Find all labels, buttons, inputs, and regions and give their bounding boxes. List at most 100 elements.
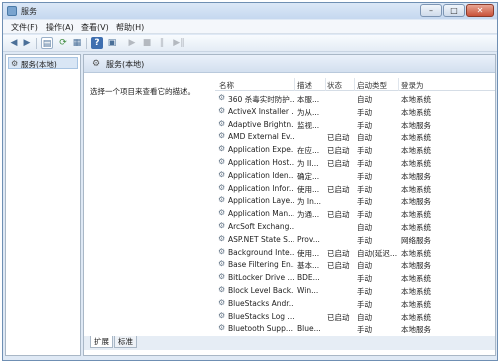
table-row[interactable]: ⚙ BlueStacks Log ... 已启动 自动 本地系统 xyxy=(215,310,495,323)
close-button[interactable]: ✕ xyxy=(466,4,494,17)
service-description: Win... xyxy=(297,285,319,295)
service-name: BlueStacks Andr... xyxy=(228,298,294,308)
table-row[interactable]: ⚙ Application Iden... 确定... 手动 本地服务 xyxy=(215,169,495,182)
tab-standard[interactable]: 标准 xyxy=(114,336,137,348)
properties-icon[interactable]: ▣ xyxy=(106,37,118,49)
table-row[interactable]: ⚙ ActiveX Installer ... 为从... 手动 本地系统 xyxy=(215,105,495,118)
tab-extended[interactable]: 扩展 xyxy=(90,336,113,348)
service-startup-type: 手动 xyxy=(357,274,372,284)
service-startup-type: 自动 xyxy=(357,133,372,143)
service-startup-type: 手动 xyxy=(357,158,372,168)
service-name: ArcSoft Exchang... xyxy=(228,221,294,231)
refresh-icon[interactable]: ⟳ xyxy=(57,37,69,49)
column-header-description[interactable]: 描述 xyxy=(297,80,312,91)
service-name: Background Inte... xyxy=(228,247,294,257)
help-icon[interactable]: ? xyxy=(91,37,103,49)
service-status: 已启动 xyxy=(327,248,350,258)
service-description: Blue... xyxy=(297,324,321,334)
menu-view[interactable]: 查看(V) xyxy=(81,22,109,33)
service-status: 已启动 xyxy=(327,312,350,322)
minimize-button[interactable]: – xyxy=(420,4,442,17)
service-name: Bluetooth Supp... xyxy=(228,324,293,334)
table-row[interactable]: ⚙ BlueStacks Andr... 手动 本地系统 xyxy=(215,297,495,310)
menu-help[interactable]: 帮助(H) xyxy=(116,22,144,33)
services-panel: ⚙ 服务(本地) 选择一个项目来查看它的描述。 名称 描述 状态 启动类型 登录… xyxy=(83,54,496,356)
column-header-startup-type[interactable]: 启动类型 xyxy=(357,80,387,91)
service-description: 为 In... xyxy=(297,197,322,207)
toolbar-separator xyxy=(86,38,87,49)
service-name: Application Host... xyxy=(228,157,294,167)
service-name: AMD External Ev... xyxy=(228,132,294,142)
service-name: ActiveX Installer ... xyxy=(228,106,294,116)
table-row[interactable]: ⚙ Background Inte... 使用... 已启动 自动(延迟... 本地系统 xyxy=(215,246,495,259)
service-gear-icon: ⚙ xyxy=(218,195,226,205)
table-row[interactable]: ⚙ 360 杀毒实时防护... 本服... 自动 本地系统 xyxy=(215,92,495,105)
service-description: 在应... xyxy=(297,146,320,156)
column-header-logon-as[interactable]: 登录为 xyxy=(401,80,424,91)
back-arrow-icon[interactable]: ◀ xyxy=(8,37,20,49)
service-description: 为通... xyxy=(297,210,320,220)
service-gear-icon: ⚙ xyxy=(218,259,226,269)
service-name: 360 杀毒实时防护... xyxy=(228,95,294,104)
service-startup-type: 自动 xyxy=(357,95,372,104)
service-startup-type: 自动 xyxy=(357,261,372,271)
table-row[interactable]: ⚙ Base Filtering En... 基本... 已启动 自动 本地服务 xyxy=(215,258,495,271)
service-logon-as: 本地系统 xyxy=(401,133,431,143)
service-startup-type: 手动 xyxy=(357,325,372,335)
table-row[interactable]: ⚙ Application Laye... 为 In... 手动 本地服务 xyxy=(215,194,495,207)
service-startup-type: 手动 xyxy=(357,235,372,245)
service-name: ASP.NET State S... xyxy=(228,234,294,244)
table-row[interactable]: ⚙ ASP.NET State S... Prov... 手动 网络服务 xyxy=(215,233,495,246)
service-name: Application Iden... xyxy=(228,170,294,180)
table-row[interactable]: ⚙ Application Man... 为通... 已启动 手动 本地系统 xyxy=(215,207,495,220)
menu-file[interactable]: 文件(F) xyxy=(11,22,38,33)
service-status: 已启动 xyxy=(327,184,350,194)
table-row[interactable]: ⚙ Application Expe... 在应... 已启动 手动 本地系统 xyxy=(215,143,495,156)
maximize-button[interactable]: □ xyxy=(443,4,465,17)
forward-arrow-icon[interactable]: ▶ xyxy=(21,37,33,49)
restart-service-icon[interactable]: ▶‖ xyxy=(171,37,187,49)
service-gear-icon: ⚙ xyxy=(218,233,226,243)
console-tree: ⚙ 服务(本地) xyxy=(5,54,81,356)
stop-service-icon[interactable]: ■ xyxy=(141,37,153,49)
menu-action[interactable]: 操作(A) xyxy=(46,22,74,33)
service-name: Adaptive Brightn... xyxy=(228,119,294,129)
column-header-status[interactable]: 状态 xyxy=(327,80,342,91)
tree-node-label: 服务(本地) xyxy=(21,60,57,69)
service-status: 已启动 xyxy=(327,133,350,143)
service-gear-icon: ⚙ xyxy=(218,144,226,154)
table-row[interactable]: ⚙ ArcSoft Exchang... 自动 本地系统 xyxy=(215,220,495,233)
service-description: 为从... xyxy=(297,107,320,117)
service-gear-icon: ⚙ xyxy=(218,182,226,192)
service-logon-as: 本地系统 xyxy=(401,184,431,194)
table-row[interactable]: ⚙ Application Infor... 使用... 已启动 手动 本地系统 xyxy=(215,182,495,195)
pause-service-icon[interactable]: ‖ xyxy=(156,37,168,49)
service-description: 本服... xyxy=(297,95,320,104)
gear-icon: ⚙ xyxy=(92,59,101,69)
table-row[interactable]: ⚙ Bluetooth Supp... Blue... 手动 本地服务 xyxy=(215,322,495,335)
table-row[interactable]: ⚙ Application Host... 为 II... 已启动 手动 本地系统 xyxy=(215,156,495,169)
window-title: 服务 xyxy=(21,7,37,16)
service-gear-icon: ⚙ xyxy=(218,272,226,282)
service-startup-type: 自动(延迟... xyxy=(357,248,397,258)
console-tree-icon[interactable]: ▤ xyxy=(41,37,53,49)
service-name: BlueStacks Log ... xyxy=(228,311,294,321)
view-tabs: 扩展 标准 xyxy=(84,336,495,350)
service-logon-as: 本地系统 xyxy=(401,222,431,232)
service-logon-as: 本地系统 xyxy=(401,299,431,309)
tree-node-services-local[interactable]: ⚙ 服务(本地) xyxy=(8,57,78,69)
export-list-icon[interactable]: ▦ xyxy=(71,37,83,49)
service-logon-as: 本地系统 xyxy=(401,210,431,220)
table-row[interactable]: ⚙ Block Level Back... Win... 手动 本地系统 xyxy=(215,284,495,297)
table-row[interactable]: ⚙ BitLocker Drive ... BDE... 手动 本地系统 xyxy=(215,271,495,284)
column-header-name[interactable]: 名称 xyxy=(219,80,234,91)
table-row[interactable]: ⚙ AMD External Ev... 已启动 自动 本地系统 xyxy=(215,130,495,143)
service-status: 已启动 xyxy=(327,261,350,271)
table-row[interactable]: ⚙ Adaptive Brightn... 监视... 手动 本地服务 xyxy=(215,118,495,131)
service-logon-as: 本地服务 xyxy=(401,197,431,207)
service-logon-as: 本地系统 xyxy=(401,248,431,258)
service-gear-icon: ⚙ xyxy=(218,93,226,102)
service-gear-icon: ⚙ xyxy=(218,169,226,179)
start-service-icon[interactable]: ▶ xyxy=(126,37,138,49)
service-gear-icon: ⚙ xyxy=(218,208,226,218)
